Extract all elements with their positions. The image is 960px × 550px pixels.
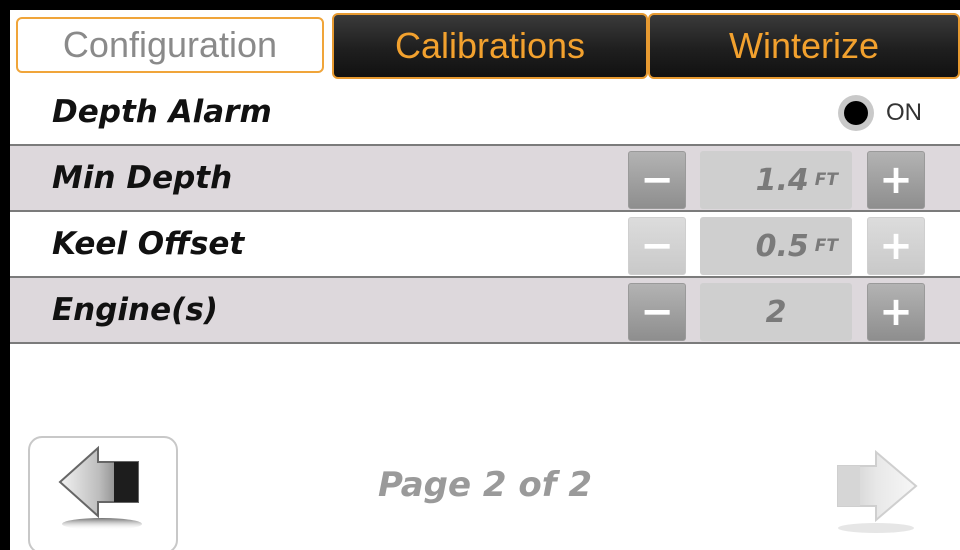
tab-label: Configuration <box>62 24 278 65</box>
engines-label: Engine(s) <box>52 292 218 328</box>
depth-alarm-label: Depth Alarm <box>52 94 272 130</box>
page-indicator: Page 2 of 2 <box>377 465 593 505</box>
keel-offset-increment-button[interactable]: + <box>867 217 925 275</box>
toggle-state-label: ON <box>886 99 922 126</box>
engines-decrement-button[interactable]: − <box>628 283 686 341</box>
tab-winterize[interactable]: Winterize <box>648 13 960 79</box>
tab-label: Calibrations <box>394 25 586 66</box>
tab-configuration[interactable]: Configuration <box>16 17 324 73</box>
settings-list: Depth Alarm ON Min Depth − 1.4 FT + Keel… <box>10 80 960 344</box>
plus-icon: + <box>879 289 913 335</box>
plus-icon: + <box>879 223 913 269</box>
minus-icon: − <box>640 289 674 335</box>
tab-label: Winterize <box>728 25 880 66</box>
keel-offset-value: 0.5 FT <box>700 217 852 275</box>
minus-icon: − <box>640 223 674 269</box>
settings-screen: Configuration Calibrations Winterize Dep… <box>10 10 960 550</box>
value-number: 2 <box>765 294 787 330</box>
previous-page-button[interactable] <box>28 436 178 550</box>
value-unit: FT <box>814 170 838 190</box>
plus-icon: + <box>879 157 913 203</box>
min-depth-decrement-button[interactable]: − <box>628 151 686 209</box>
minus-icon: − <box>640 157 674 203</box>
engines-row: Engine(s) − 2 + <box>10 278 960 344</box>
min-depth-label: Min Depth <box>52 160 233 196</box>
engines-increment-button[interactable]: + <box>867 283 925 341</box>
tab-bar: Configuration Calibrations Winterize <box>10 10 960 84</box>
keel-offset-decrement-button[interactable]: − <box>628 217 686 275</box>
next-page-button[interactable] <box>830 440 930 550</box>
keel-offset-label: Keel Offset <box>52 226 245 262</box>
depth-alarm-row: Depth Alarm ON <box>10 80 960 146</box>
keel-offset-row: Keel Offset − 0.5 FT + <box>10 212 960 278</box>
left-arrow-icon <box>58 445 142 530</box>
radio-icon[interactable] <box>838 95 874 131</box>
value-unit: FT <box>814 236 838 256</box>
depth-alarm-toggle[interactable]: ON <box>838 95 922 131</box>
value-number: 0.5 <box>755 228 809 264</box>
engines-value: 2 <box>700 283 852 341</box>
value-number: 1.4 <box>755 162 809 198</box>
right-arrow-icon <box>837 449 918 533</box>
min-depth-increment-button[interactable]: + <box>867 151 925 209</box>
min-depth-row: Min Depth − 1.4 FT + <box>10 146 960 212</box>
min-depth-value: 1.4 FT <box>700 151 852 209</box>
tab-calibrations[interactable]: Calibrations <box>332 13 648 79</box>
